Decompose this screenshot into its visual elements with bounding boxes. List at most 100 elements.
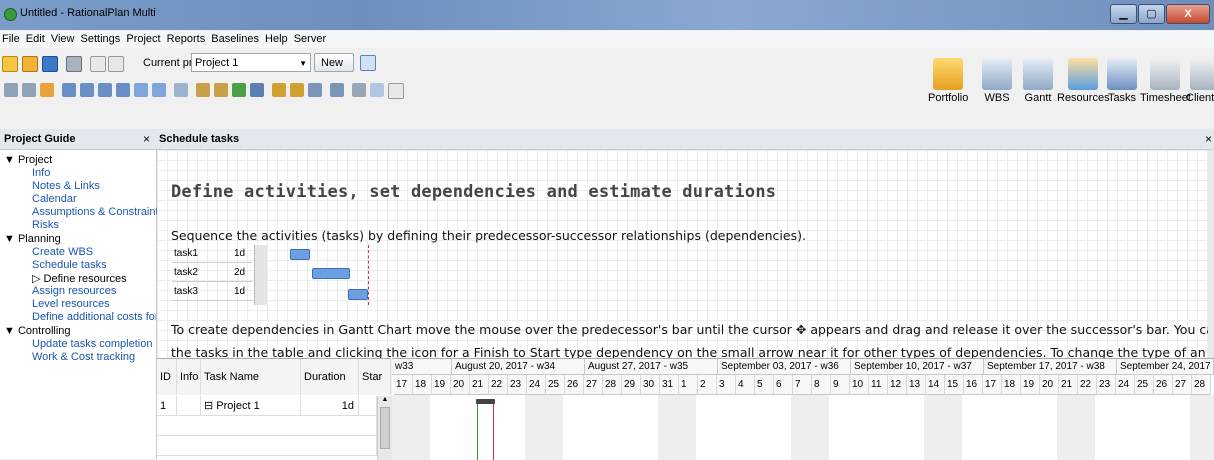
link-icon[interactable] — [40, 83, 54, 97]
guide-item-schedule-tasks[interactable]: Schedule tasks — [32, 259, 107, 271]
guide-item-risks[interactable]: Risks — [32, 219, 59, 231]
assign-icon[interactable] — [232, 83, 246, 97]
save-icon[interactable] — [42, 56, 58, 72]
cell-task-name[interactable]: ⊟ Project 1 — [201, 396, 301, 416]
close-icon[interactable]: × — [143, 132, 150, 146]
day-header: 12 — [888, 375, 907, 395]
send-icon[interactable] — [360, 55, 376, 71]
arrow-right-icon[interactable] — [62, 83, 76, 97]
ribbon-timesheet[interactable]: Timesheet — [1140, 58, 1191, 104]
menu-help[interactable]: Help — [263, 31, 289, 45]
ribbon-tasks[interactable]: Tasks — [1107, 58, 1137, 104]
notes-icon[interactable] — [388, 83, 404, 99]
menu-server[interactable]: Server — [292, 31, 327, 45]
menu-file[interactable]: File — [0, 31, 21, 45]
guide-content: Define activities, set dependencies and … — [157, 150, 1209, 358]
close-icon[interactable]: × — [1205, 132, 1212, 146]
menu-baselines[interactable]: Baselines — [209, 31, 260, 45]
day-header: 28 — [1192, 375, 1211, 395]
guide-item-create-wbs[interactable]: Create WBS — [32, 246, 93, 258]
grid-scrollbar[interactable]: ▲ — [377, 396, 392, 460]
cell-start[interactable] — [359, 396, 377, 416]
cell-info[interactable] — [177, 396, 201, 416]
open-folder-icon[interactable] — [22, 56, 38, 72]
cost-icon[interactable] — [290, 83, 304, 97]
indent-icon[interactable] — [22, 83, 36, 97]
ribbon-gantt[interactable]: Gantt — [1023, 58, 1053, 104]
expand-triangle-icon: ▷ — [32, 273, 44, 285]
portfolio-icon — [933, 58, 964, 90]
table-row-empty[interactable] — [157, 436, 377, 456]
cell-duration[interactable]: 1d — [301, 396, 359, 416]
window-controls: ▁ ▢ X — [1109, 4, 1210, 24]
guide-item-work-cost-tracking[interactable]: Work & Cost tracking — [32, 351, 135, 363]
col-header-duration[interactable]: Duration — [301, 359, 359, 395]
scroll-up-icon[interactable]: ▲ — [378, 396, 392, 403]
mini-bar-task3 — [348, 289, 368, 300]
filter-icon[interactable] — [352, 83, 366, 97]
outdent-icon[interactable] — [4, 83, 18, 97]
col-header-id[interactable]: ID — [157, 359, 177, 395]
ribbon-clients[interactable]: Clients — [1186, 58, 1214, 104]
weekend-shade — [525, 395, 563, 460]
close-button[interactable]: X — [1166, 4, 1210, 24]
gantt-icon — [1023, 58, 1053, 90]
day-header: 20 — [451, 375, 470, 395]
dependency-icon[interactable] — [174, 83, 188, 97]
arrow-down-icon[interactable] — [116, 83, 130, 97]
guide-item-assign-resources[interactable]: Assign resources — [32, 285, 116, 297]
day-header: 22 — [489, 375, 508, 395]
current-project-select[interactable]: Project 1 ▼ — [191, 53, 311, 72]
mini-task-name: task1 — [174, 248, 198, 259]
col-header-start[interactable]: Star — [359, 359, 391, 395]
section-planning[interactable]: ▼ Planning — [4, 233, 61, 245]
table-row-empty[interactable] — [157, 416, 377, 436]
section-controlling[interactable]: ▼ Controlling — [4, 325, 71, 337]
zoom-out-icon[interactable] — [330, 83, 344, 97]
calendar-icon[interactable] — [370, 83, 384, 97]
guide-item-info[interactable]: Info — [32, 167, 50, 179]
week-header: September 03, 2017 - w36 — [718, 359, 851, 375]
col-header-task-name[interactable]: Task Name — [201, 359, 301, 395]
section-project[interactable]: ▼ Project — [4, 154, 52, 166]
minimize-button[interactable]: ▁ — [1110, 4, 1137, 24]
undo-icon[interactable] — [90, 56, 106, 72]
app-icon — [4, 8, 17, 21]
guide-item-update-completion[interactable]: Update tasks completion — [32, 338, 152, 350]
new-project-icon[interactable] — [2, 56, 18, 72]
arrow-left-icon[interactable] — [80, 83, 94, 97]
cell-id[interactable]: 1 — [157, 396, 177, 416]
split-icon[interactable] — [196, 83, 210, 97]
menu-reports[interactable]: Reports — [165, 31, 207, 45]
menu-settings[interactable]: Settings — [79, 31, 122, 45]
guide-item-assumptions[interactable]: Assumptions & Constraints — [32, 206, 164, 218]
expand-icon[interactable] — [134, 83, 148, 97]
menu-project[interactable]: Project — [124, 31, 161, 45]
ribbon-portfolio[interactable]: Portfolio — [928, 58, 968, 104]
guide-item-calendar[interactable]: Calendar — [32, 193, 77, 205]
ribbon-resources[interactable]: Resources — [1057, 58, 1110, 104]
menu-view[interactable]: View — [49, 31, 76, 45]
new-button[interactable]: New ▼ — [314, 53, 354, 87]
redo-icon[interactable] — [108, 56, 124, 72]
collapse-icon[interactable] — [152, 83, 166, 97]
guide-item-define-resources[interactable]: ▷ Define resources — [32, 272, 127, 285]
maximize-button[interactable]: ▢ — [1138, 4, 1165, 24]
milestone-icon[interactable] — [272, 83, 286, 97]
collapse-box-icon[interactable]: ⊟ — [204, 400, 216, 412]
table-icon[interactable] — [250, 83, 264, 97]
menu-edit[interactable]: Edit — [24, 31, 46, 45]
col-header-info[interactable]: Info — [177, 359, 201, 395]
content-scrollbar[interactable] — [1208, 150, 1214, 358]
guide-item-level-resources[interactable]: Level resources — [32, 298, 110, 310]
arrow-up-icon[interactable] — [98, 83, 112, 97]
ribbon-wbs[interactable]: WBS — [982, 58, 1012, 104]
print-icon[interactable] — [66, 56, 82, 72]
guide-item-notes-links[interactable]: Notes & Links — [32, 180, 100, 192]
scroll-thumb[interactable] — [380, 407, 390, 449]
guide-item-additional-costs[interactable]: Define additional costs for tasl — [32, 311, 156, 323]
weekend-shade — [658, 395, 696, 460]
resource-icon[interactable] — [214, 83, 228, 97]
zoom-in-icon[interactable] — [308, 83, 322, 97]
weekend-shade — [1057, 395, 1095, 460]
